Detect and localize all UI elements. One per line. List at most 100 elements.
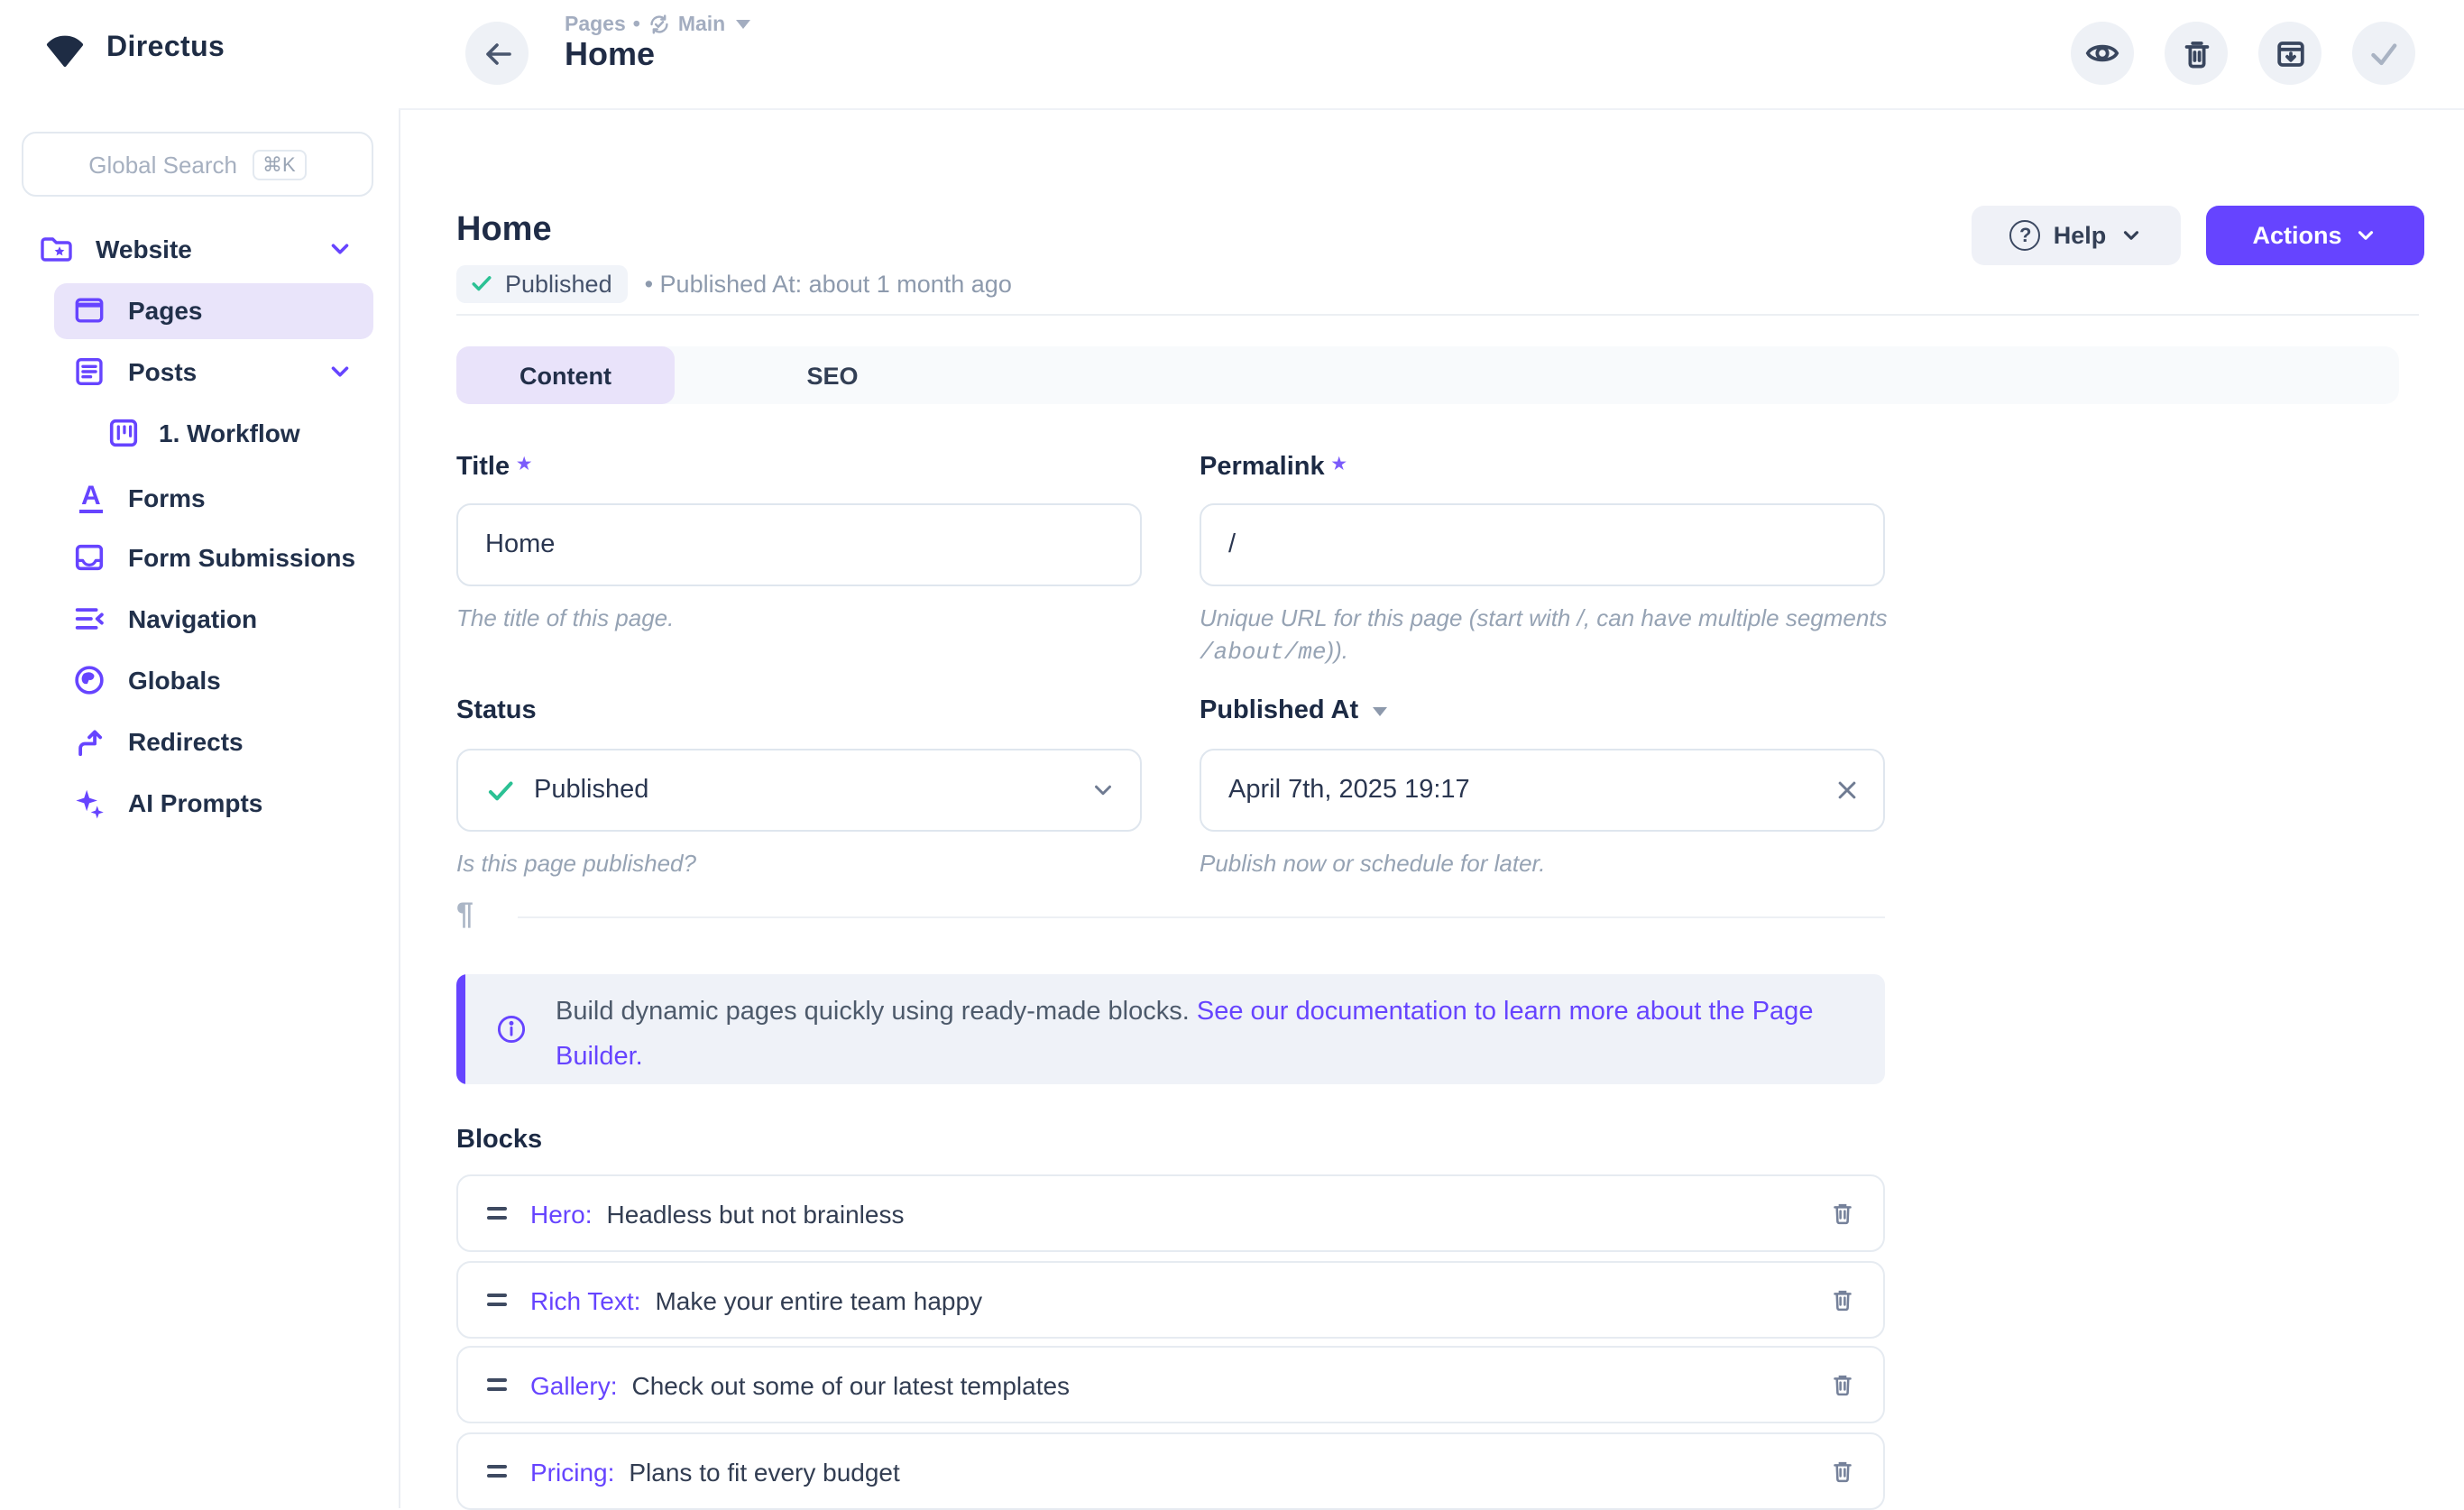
title-input[interactable]: Home: [456, 503, 1142, 586]
divider-line: [518, 916, 1885, 918]
status-select[interactable]: Published: [456, 749, 1142, 832]
trash-icon: [1827, 1369, 1858, 1400]
tab-content[interactable]: Content: [456, 346, 675, 404]
drag-handle-icon[interactable]: [487, 1465, 507, 1478]
chevron-down-icon[interactable]: [326, 358, 354, 385]
title-input-value: Home: [485, 530, 555, 559]
sidebar-item-label: Redirects: [128, 727, 244, 756]
actions-button-label: Actions: [2252, 222, 2341, 249]
chevron-down-icon[interactable]: [326, 235, 354, 262]
field-label-text: Status: [456, 696, 537, 725]
redirect-arrow-icon: [72, 724, 106, 759]
trash-icon: [2178, 35, 2214, 71]
brand-name: Directus: [106, 32, 225, 64]
window-icon: [72, 293, 106, 327]
block-title: Check out some of our latest templates: [631, 1370, 1070, 1399]
inbox-icon: [72, 540, 106, 575]
arrow-left-icon: [479, 35, 515, 71]
preview-button[interactable]: [2071, 22, 2134, 85]
delete-block-button[interactable]: [1827, 1456, 1858, 1487]
info-icon: [496, 1014, 527, 1045]
article-icon: [72, 354, 106, 389]
top-bar: Pages • Main Home: [399, 0, 2464, 110]
sidebar-item-redirects[interactable]: Redirects: [0, 714, 399, 769]
sidebar-item-navigation[interactable]: Navigation: [0, 591, 399, 647]
delete-button[interactable]: [2165, 22, 2228, 85]
status-row: Published • Published At: about 1 month …: [456, 263, 1012, 303]
breadcrumb[interactable]: Pages • Main: [565, 13, 750, 36]
eye-icon: [2083, 34, 2121, 72]
clear-icon[interactable]: [1834, 778, 1860, 803]
breadcrumb-collection[interactable]: Pages: [565, 14, 626, 35]
global-search-input[interactable]: Global Search ⌘K: [22, 132, 373, 197]
sidebar-item-forms[interactable]: A Forms: [0, 470, 399, 526]
block-type-label: Rich Text:: [530, 1285, 640, 1314]
check-icon: [2365, 34, 2403, 72]
block-type-label: Pricing:: [530, 1457, 614, 1486]
permalink-helper: Unique URL for this page (start with /, …: [1200, 603, 1907, 669]
published-at-helper: Publish now or schedule for later.: [1200, 848, 1545, 880]
sidebar-item-label: Navigation: [128, 604, 257, 633]
sidebar-item-pages[interactable]: Pages: [0, 282, 399, 338]
delete-block-button[interactable]: [1827, 1369, 1858, 1400]
trash-icon: [1827, 1456, 1858, 1487]
block-row-pricing[interactable]: Pricing: Plans to fit every budget: [456, 1432, 1885, 1510]
tab-seo[interactable]: SEO: [720, 346, 945, 404]
sidebar-item-workflow[interactable]: 1. Workflow: [0, 405, 399, 461]
list-collapse-icon: [72, 602, 106, 636]
brand: Directus: [41, 29, 225, 67]
back-button[interactable]: [465, 22, 529, 85]
drag-handle-icon[interactable]: [487, 1294, 507, 1306]
block-title: Plans to fit every budget: [629, 1457, 899, 1486]
block-type-label: Gallery:: [530, 1370, 617, 1399]
published-at-field-label: Published At: [1200, 696, 1387, 725]
sidebar-item-website[interactable]: Website: [0, 221, 399, 277]
archive-button[interactable]: [2258, 22, 2321, 85]
sidebar-item-label: Form Submissions: [128, 543, 355, 572]
drag-handle-icon[interactable]: [487, 1378, 507, 1391]
title-helper: The title of this page.: [456, 603, 674, 635]
chevron-down-icon: [2119, 224, 2142, 247]
status-badge: Published: [456, 264, 629, 302]
sidebar-item-label: Website: [96, 235, 192, 263]
published-at-input[interactable]: April 7th, 2025 19:17: [1200, 749, 1885, 832]
directus-logo-icon: [41, 29, 88, 67]
delete-block-button[interactable]: [1827, 1284, 1858, 1315]
info-banner: Build dynamic pages quickly using ready-…: [456, 974, 1885, 1084]
block-title: Make your entire team happy: [655, 1285, 982, 1314]
kanban-icon: [106, 416, 141, 450]
sidebar-item-label: Forms: [128, 483, 206, 512]
permalink-input[interactable]: /: [1200, 503, 1885, 586]
field-label-text: Published At: [1200, 696, 1358, 725]
required-star-icon: ★: [517, 455, 531, 473]
block-row-rich-text[interactable]: Rich Text: Make your entire team happy: [456, 1261, 1885, 1339]
dropdown-triangle-icon: [736, 20, 750, 29]
drag-handle-icon[interactable]: [487, 1207, 507, 1220]
dropdown-triangle-icon[interactable]: [1373, 707, 1387, 716]
banner-accent-bar: [456, 974, 465, 1084]
sidebar-item-form-submissions[interactable]: Form Submissions: [0, 529, 399, 585]
sidebar-item-label: 1. Workflow: [159, 419, 300, 447]
document-title: Home: [565, 36, 655, 74]
delete-block-button[interactable]: [1827, 1198, 1858, 1229]
sidebar-item-label: Globals: [128, 666, 221, 695]
letter-a-icon: A: [79, 483, 103, 513]
actions-button[interactable]: Actions: [2206, 206, 2424, 265]
block-row-hero[interactable]: Hero: Headless but not brainless: [456, 1174, 1885, 1252]
save-button[interactable]: [2352, 22, 2415, 85]
sidebar-item-posts[interactable]: Posts: [0, 344, 399, 400]
help-button[interactable]: ? Help: [1972, 206, 2181, 265]
sidebar-item-globals[interactable]: Globals: [0, 652, 399, 708]
helper-code: /about/me: [1200, 639, 1326, 666]
block-row-gallery[interactable]: Gallery: Check out some of our latest te…: [456, 1346, 1885, 1423]
breadcrumb-separator: •: [633, 14, 640, 35]
sidebar-item-label: Pages: [128, 296, 203, 325]
blocks-section-label: Blocks: [456, 1126, 542, 1155]
global-search-placeholder: Global Search: [88, 151, 237, 178]
helper-text: )).: [1326, 637, 1348, 664]
sidebar: Directus Global Search ⌘K Website Pages: [0, 0, 400, 1508]
check-icon: [485, 775, 516, 806]
sidebar-item-ai-prompts[interactable]: AI Prompts: [0, 775, 399, 831]
trash-icon: [1827, 1198, 1858, 1229]
breadcrumb-version[interactable]: Main: [678, 14, 725, 35]
